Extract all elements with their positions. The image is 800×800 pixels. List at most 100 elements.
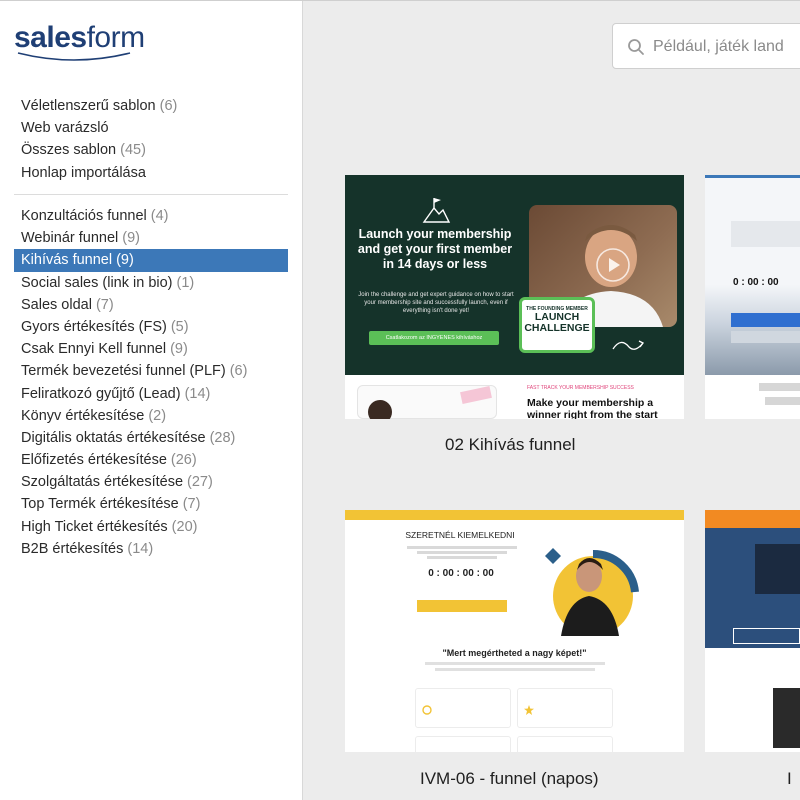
challenge-section: FAST TRACK YOUR MEMBERSHIP SUCCESS Make … — [345, 375, 684, 419]
app-root: salesform Véletlenszerű sablon (6) Web var… — [0, 0, 800, 800]
sidebar-item-count: (27) — [187, 474, 213, 491]
feature-box — [517, 688, 613, 728]
sidebar-item-label: High Ticket értékesítés — [21, 518, 168, 535]
sidebar-item-sszes-sablon[interactable]: Összes sablon (45) — [14, 139, 288, 161]
sidebar-item-count: (45) — [120, 142, 146, 159]
sidebar-item-szolg-ltat-s-rt-kes-t-se[interactable]: Szolgáltatás értékesítése (27) — [14, 471, 288, 493]
template-card-preview[interactable]: SZERETNÉL KIEMELKEDNI 0 : 00 : 00 : 00 "… — [345, 510, 684, 752]
sidebar-item-label: Digitális oktatás értékesítése — [21, 429, 206, 446]
sidebar-item-label: Véletlenszerű sablon — [21, 98, 156, 114]
search-box[interactable] — [612, 23, 800, 69]
sidebar-item-social-sales-link-in-bio[interactable]: Social sales (link in bio) (1) — [14, 272, 288, 294]
sidebar-item-count: (26) — [170, 452, 197, 469]
sidebar-item-count: (14) — [127, 540, 154, 557]
sidebar-item-top-term-k-rt-kes-t-se[interactable]: Top Termék értékesítése (7) — [14, 493, 288, 515]
sidebar-divider — [14, 194, 288, 195]
sidebar-item-high-ticket-rt-kes-t-s[interactable]: High Ticket értékesítés (20) — [14, 516, 288, 538]
sidebar-item-count: (14) — [184, 385, 211, 402]
sidebar-item-count: (5) — [170, 318, 189, 335]
sidebar-item-el-fizet-s-rt-kes-t-se[interactable]: Előfizetés értékesítése (26) — [14, 449, 288, 471]
countdown: 0 : 00 : 00 : 00 — [428, 568, 494, 579]
sidebar-item-webin-r-funnel[interactable]: Webinár funnel (9) — [14, 227, 288, 249]
sidebar-item-gyors-rt-kes-t-s-fs[interactable]: Gyors értékesítés (FS) (5) — [14, 316, 288, 338]
sidebar-item-count: (28) — [209, 429, 236, 446]
sidebar-item-label: Termék bevezetési funnel (PLF) — [21, 363, 226, 380]
arrow-doodle-icon — [612, 340, 644, 350]
preview-cta-button: Csatlakozom az INGYENES kihíváshoz — [369, 331, 499, 345]
preview-quote: "Mert megértheted a nagy képet!" — [442, 648, 587, 658]
challenge-hero: Launch your membership and get your firs… — [345, 175, 684, 375]
cta-bar — [731, 313, 800, 327]
sidebar-item-label: Gyors értékesítés (FS) — [21, 318, 167, 335]
sidebar-item-count: (9) — [116, 252, 134, 269]
template-card-preview[interactable]: Launch your membership and get your firs… — [345, 175, 684, 419]
feature-box — [415, 688, 511, 728]
sidebar-item-feliratkoz-gy-jt-lead[interactable]: Feliratkozó gyűjtő (Lead) (14) — [14, 383, 288, 405]
sidebar-item-count: (7) — [182, 496, 201, 513]
sidebar-item-label: Sales oldal — [21, 296, 92, 313]
sidebar-item-count: (4) — [150, 208, 169, 224]
sidebar-item-label: B2B értékesítés — [21, 540, 124, 557]
sidebar-item-count: (1) — [176, 274, 195, 291]
sidebar-item-label: Top Termék értékesítése — [21, 496, 179, 513]
sidebar-item-label: Konzultációs funnel — [21, 208, 147, 224]
sidebar-item-kih-v-s-funnel[interactable]: Kihívás funnel (9) — [14, 249, 288, 272]
preview-headline: Launch your membership and get your firs… — [357, 227, 513, 271]
summit-flag-icon — [422, 198, 451, 223]
badge-big-text: LAUNCH CHALLENGE — [524, 311, 590, 334]
sidebar-item-label: Webinár funnel — [21, 230, 119, 247]
template-card-preview[interactable] — [705, 510, 800, 752]
sidebar-item-v-letlenszer-sablon[interactable]: Véletlenszerű sablon (6) — [14, 95, 288, 117]
sidebar-item-term-k-bevezet-si-funnel-plf[interactable]: Termék bevezetési funnel (PLF) (6) — [14, 360, 288, 382]
sidebar-item-label: Social sales (link in bio) — [21, 274, 173, 291]
section-kicker: FAST TRACK YOUR MEMBERSHIP SUCCESS — [527, 385, 634, 391]
promo-bar — [345, 510, 684, 520]
search-input[interactable] — [653, 32, 800, 62]
sidebar-item-honlap-import-l-sa[interactable]: Honlap importálása — [14, 162, 288, 184]
text-line — [435, 668, 595, 671]
feature-box — [517, 736, 613, 752]
text-lines — [407, 544, 517, 562]
cta-bar — [417, 600, 507, 612]
top-accent-bar — [705, 175, 800, 178]
search-icon — [628, 39, 644, 55]
preview-description: Join the challenge and get expert guidan… — [358, 292, 514, 314]
sidebar-item-konzult-ci-s-funnel[interactable]: Konzultációs funnel (4) — [14, 205, 288, 227]
presenter-image — [545, 548, 639, 636]
template-card-title[interactable]: IVM-06 - funnel (napos) — [420, 769, 599, 789]
sidebar-item-count: (7) — [95, 296, 114, 313]
star-icon — [524, 705, 534, 715]
sidebar-item-digit-lis-oktat-s-rt-kes-t-se[interactable]: Digitális oktatás értékesítése (28) — [14, 427, 288, 449]
preview-section — [705, 375, 800, 419]
sidebar-item-count: (2) — [148, 407, 167, 424]
preview-section — [705, 648, 800, 752]
feature-box — [415, 736, 511, 752]
sidebar-item-label: Előfizetés értékesítése — [21, 452, 167, 469]
sidebar-item-b2b-rt-kes-t-s[interactable]: B2B értékesítés (14) — [14, 538, 288, 560]
template-card-preview[interactable]: 0 : 00 : 00 — [705, 175, 800, 419]
power-icon — [422, 705, 432, 715]
template-card-title[interactable]: I — [787, 769, 792, 789]
sidebar-item-label: Web varázsló — [21, 120, 109, 137]
sidebar-item-label: Honlap importálása — [21, 164, 146, 181]
avatar — [368, 400, 392, 419]
preview-hero — [705, 528, 800, 648]
sidebar-item-sales-oldal[interactable]: Sales oldal (7) — [14, 294, 288, 316]
sidebar-item-label: Könyv értékesítése — [21, 407, 145, 424]
date-bar — [731, 331, 800, 343]
text-block — [731, 221, 800, 247]
sidebar-item-label: Összes sablon — [21, 142, 117, 159]
salesform-logo[interactable]: salesform — [14, 21, 145, 61]
countdown: 0 : 00 : 00 — [733, 277, 779, 288]
sidebar-item-count: (20) — [171, 518, 198, 535]
image-block — [773, 688, 800, 748]
category-menu: Konzultációs funnel (4) Webinár funnel (9) K… — [14, 205, 288, 560]
sidebar-item-k-nyv-rt-kes-t-se[interactable]: Könyv értékesítése (2) — [14, 405, 288, 427]
sidebar-item-web-var-zsl[interactable]: Web varázsló — [14, 117, 288, 139]
launch-challenge-badge: THE FOUNDING MEMBER LAUNCH CHALLENGE — [519, 297, 595, 353]
template-card-title[interactable]: 02 Kihívás funnel — [445, 435, 575, 455]
sidebar-item-count: (9) — [122, 230, 141, 247]
heading-stub — [765, 397, 800, 405]
section-title: Make your membership a winner right from… — [527, 397, 658, 419]
sidebar-item-csak-ennyi-kell-funnel[interactable]: Csak Ennyi Kell funnel (9) — [14, 338, 288, 360]
